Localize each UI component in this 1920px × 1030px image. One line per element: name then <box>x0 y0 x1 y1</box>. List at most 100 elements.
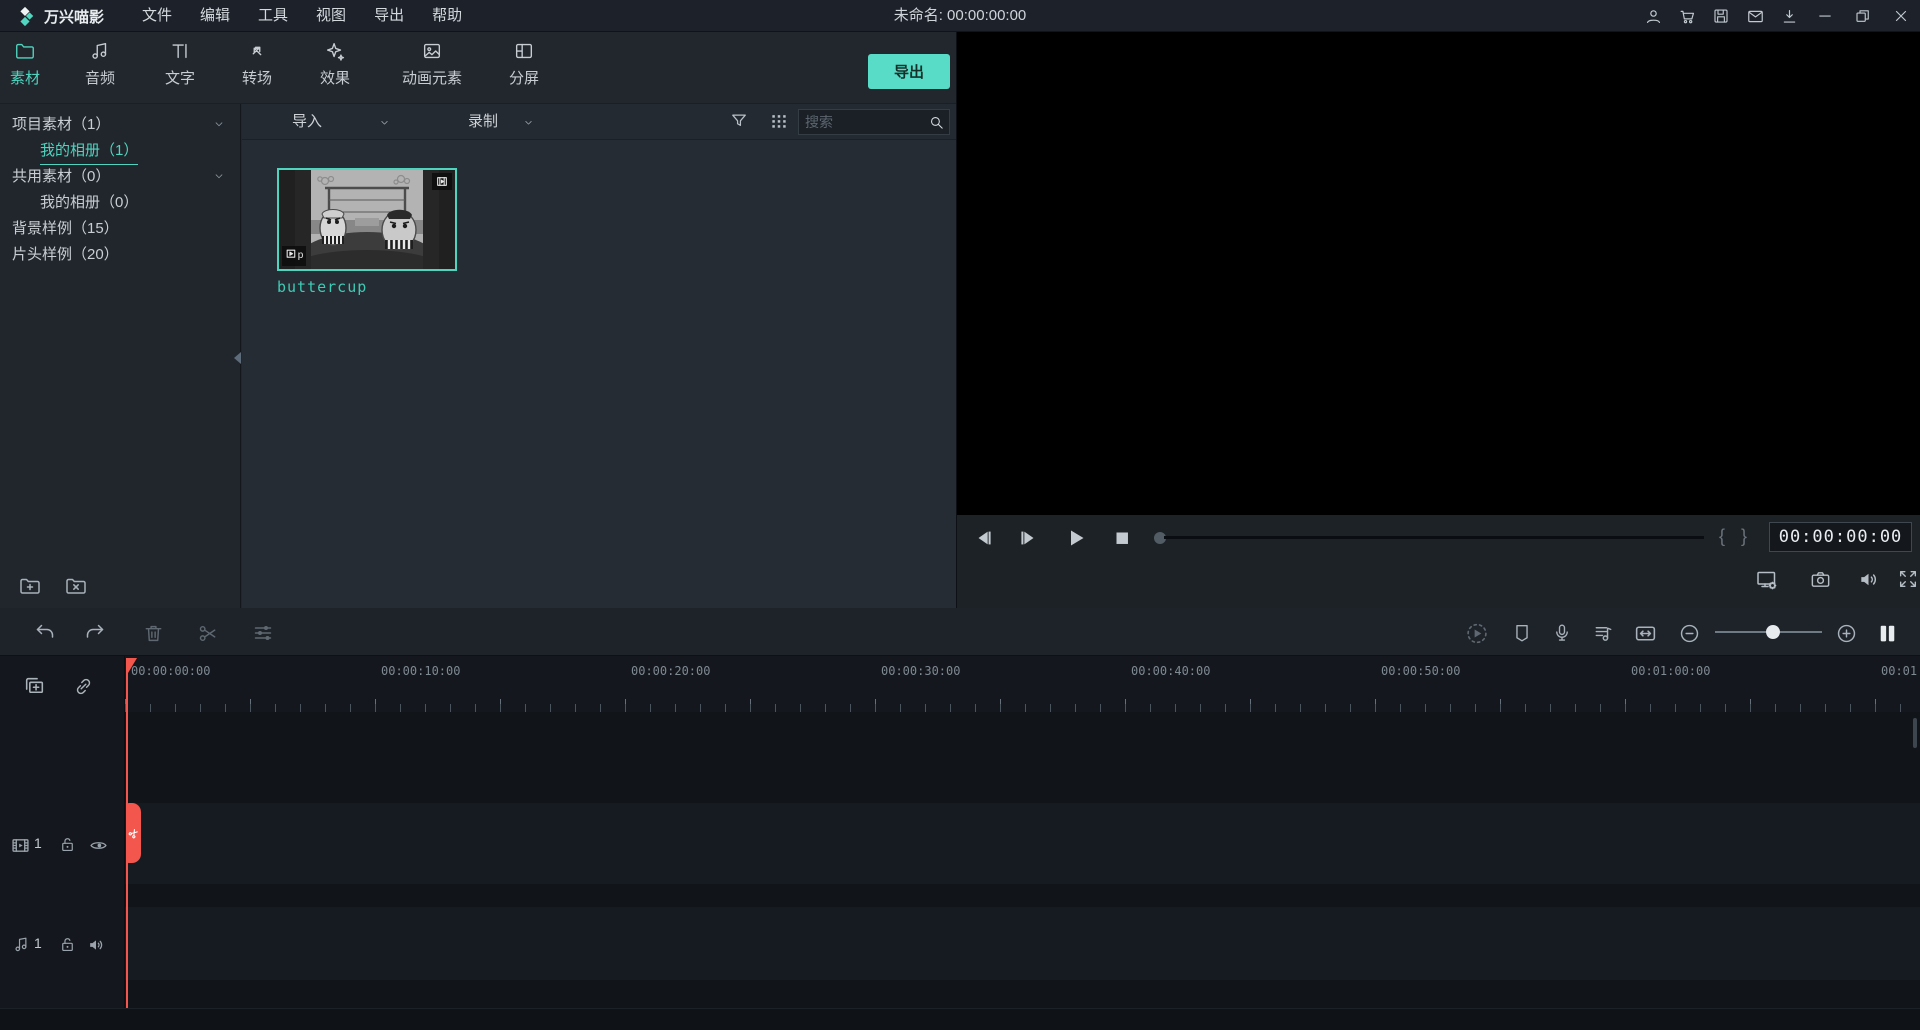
tab-media[interactable]: 素材 <box>10 40 40 88</box>
tab-split-screen[interactable]: 分屏 <box>509 40 539 88</box>
voiceover-mic-icon[interactable] <box>1549 620 1575 646</box>
track-manager-icon[interactable] <box>1874 620 1900 646</box>
seek-track[interactable] <box>1164 536 1704 539</box>
search-input[interactable] <box>799 114 928 130</box>
unlock-icon[interactable] <box>58 935 77 954</box>
add-track-icon[interactable] <box>22 674 47 699</box>
tab-label: 文字 <box>165 67 195 88</box>
chevron-down-icon[interactable] <box>522 116 535 129</box>
ruler-label: 00:00:10:00 <box>381 664 460 678</box>
grid-view-icon[interactable] <box>769 111 789 136</box>
tree-item-shared-media[interactable]: 共用素材（0） <box>0 164 240 190</box>
new-folder-icon[interactable] <box>18 574 42 598</box>
redo-icon[interactable] <box>82 620 108 646</box>
tree-item-background-samples[interactable]: 背景样例（15） <box>0 216 240 242</box>
next-frame-icon[interactable] <box>1015 525 1041 551</box>
ruler-label: 00:00:50:00 <box>1381 664 1460 678</box>
chevron-down-icon[interactable] <box>212 117 226 131</box>
tree-item-my-album-0[interactable]: 我的相册（0） <box>0 190 240 216</box>
link-icon[interactable] <box>72 675 95 698</box>
menu-file[interactable]: 文件 <box>128 0 186 32</box>
unlock-icon[interactable] <box>58 835 77 854</box>
media-item-thumbnail[interactable]: p <box>277 168 457 271</box>
tab-elements[interactable]: 动画元素 <box>402 40 462 88</box>
mark-out-icon[interactable]: } <box>1741 526 1747 547</box>
audio-mixer-icon[interactable] <box>1590 620 1616 646</box>
fullscreen-icon[interactable] <box>1897 568 1920 594</box>
library-tree: 项目素材（1） 我的相册（1） 共用素材（0） 我的相册（0） 背景样例（15）… <box>0 104 241 608</box>
zoom-out-icon[interactable] <box>1676 620 1702 646</box>
close-icon[interactable] <box>1882 0 1920 32</box>
menu-tools[interactable]: 工具 <box>244 0 302 32</box>
media-item-name[interactable]: buttercup <box>277 278 367 296</box>
export-button[interactable]: 导出 <box>868 54 950 89</box>
import-dropdown[interactable]: 导入 <box>292 104 322 140</box>
tab-text[interactable]: 文字 <box>165 40 195 88</box>
stop-icon[interactable] <box>1109 525 1135 551</box>
tab-effects[interactable]: 效果 <box>320 40 350 88</box>
audio-track-icon <box>12 935 31 954</box>
snapshot-icon[interactable] <box>1809 568 1835 594</box>
timeline-scrollbar[interactable] <box>1913 718 1917 748</box>
collapse-panel-icon[interactable] <box>234 352 241 364</box>
timeline-toolbar <box>0 608 1920 656</box>
adjust-icon[interactable] <box>250 620 276 646</box>
tab-label: 分屏 <box>509 67 539 88</box>
restore-icon[interactable] <box>1844 0 1882 32</box>
marker-icon[interactable] <box>1509 620 1535 646</box>
cart-icon[interactable] <box>1670 0 1704 32</box>
preview-actions <box>957 560 1920 608</box>
menu-view[interactable]: 视图 <box>302 0 360 32</box>
volume-icon[interactable] <box>1857 568 1883 594</box>
video-track-lane[interactable] <box>0 803 1920 884</box>
search-box <box>798 109 950 135</box>
eye-icon[interactable] <box>88 835 109 856</box>
account-icon[interactable] <box>1636 0 1670 32</box>
record-dropdown[interactable]: 录制 <box>468 104 498 140</box>
display-settings-icon[interactable] <box>1755 568 1781 594</box>
play-icon[interactable] <box>1063 525 1089 551</box>
mail-icon[interactable] <box>1738 0 1772 32</box>
mark-in-icon[interactable]: { <box>1719 526 1725 547</box>
undo-icon[interactable] <box>32 620 58 646</box>
previous-frame-icon[interactable] <box>971 525 997 551</box>
minimize-icon[interactable] <box>1806 0 1844 32</box>
menu-export[interactable]: 导出 <box>360 0 418 32</box>
audio-track-lane[interactable] <box>0 907 1920 980</box>
tree-item-my-album-1[interactable]: 我的相册（1） <box>0 138 240 164</box>
zoom-slider-knob[interactable] <box>1766 625 1780 639</box>
tree-item-intro-samples[interactable]: 片头样例（20） <box>0 242 240 268</box>
split-scissors-icon[interactable] <box>194 620 220 646</box>
speaker-icon[interactable] <box>86 935 106 955</box>
delete-folder-icon[interactable] <box>64 574 88 598</box>
chevron-down-icon[interactable] <box>378 116 391 129</box>
media-image-icon <box>421 40 443 62</box>
save-icon[interactable] <box>1704 0 1738 32</box>
logo-icon <box>14 5 36 27</box>
search-icon[interactable] <box>928 114 945 131</box>
tab-label: 动画元素 <box>402 67 462 88</box>
tab-transitions[interactable]: 转场 <box>242 40 272 88</box>
render-preview-icon[interactable] <box>1464 620 1490 646</box>
app-logo: 万兴喵影 <box>14 5 104 27</box>
tab-audio[interactable]: 音频 <box>85 40 115 88</box>
menu-bar: 文件 编辑 工具 视图 导出 帮助 <box>128 0 476 32</box>
chevron-down-icon[interactable] <box>212 169 226 183</box>
timecode-display[interactable]: 00:00:00:00 <box>1769 522 1912 552</box>
delete-icon[interactable] <box>140 620 166 646</box>
menu-help[interactable]: 帮助 <box>418 0 476 32</box>
video-track-icon <box>10 835 31 856</box>
filter-icon[interactable] <box>729 111 749 131</box>
video-preview[interactable] <box>957 32 1920 515</box>
timeline-bottom-strip <box>0 1008 1920 1030</box>
fit-timeline-icon[interactable] <box>1632 620 1658 646</box>
tree-item-project-media[interactable]: 项目素材（1） <box>0 112 240 138</box>
ruler-label: 00:00:40:00 <box>1131 664 1210 678</box>
video-track-number: 1 <box>34 835 42 851</box>
menu-edit[interactable]: 编辑 <box>186 0 244 32</box>
playhead-grip-scissors-icon[interactable] <box>126 803 141 863</box>
transition-icon <box>246 40 268 62</box>
download-icon[interactable] <box>1772 0 1806 32</box>
thumbnail-image <box>295 170 439 269</box>
zoom-in-icon[interactable] <box>1833 620 1859 646</box>
